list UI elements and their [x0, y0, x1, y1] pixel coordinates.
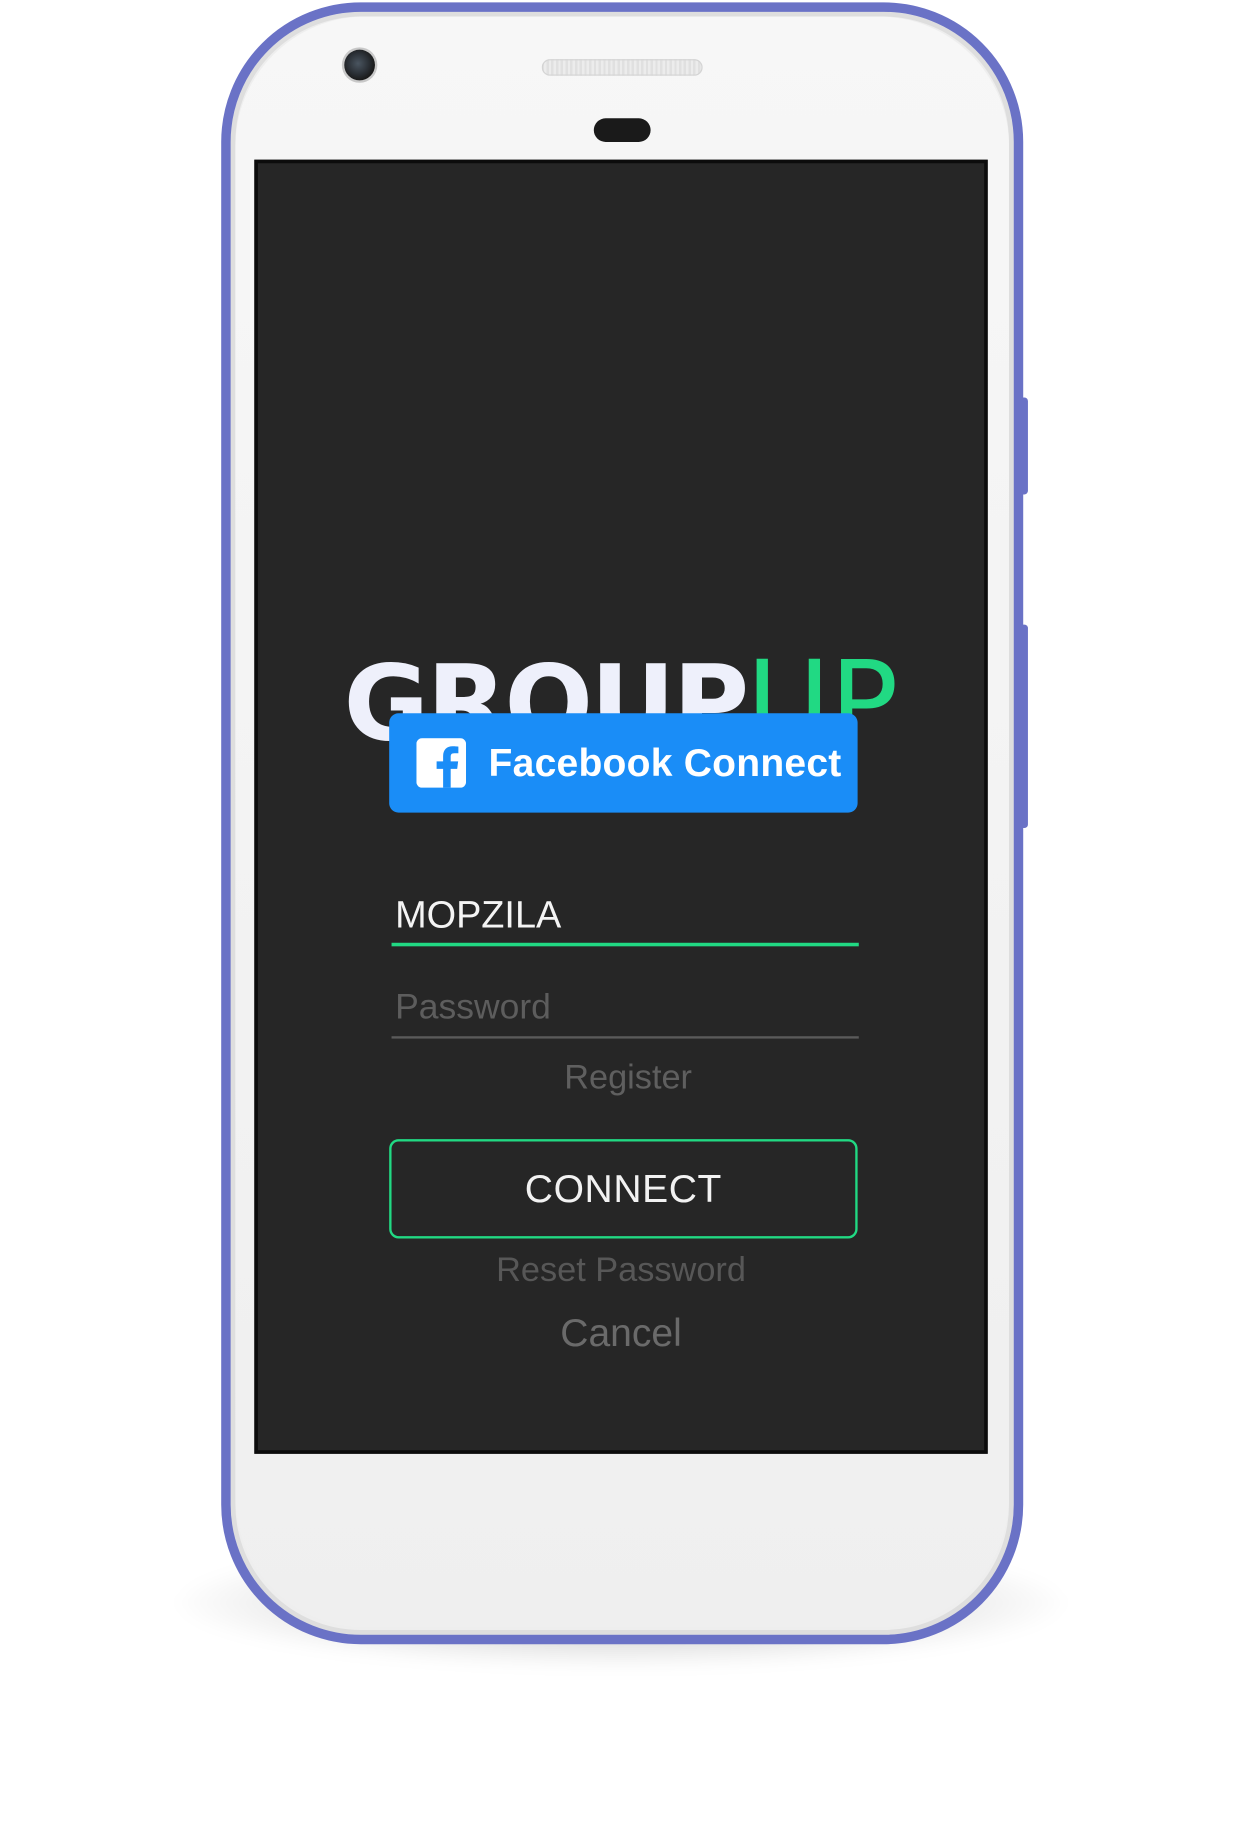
cancel-link[interactable]: Cancel	[258, 1311, 984, 1356]
app-screen: GROUPUP Facebook Connect Register CONNEC…	[254, 159, 988, 1454]
facebook-connect-label: Facebook Connect	[488, 740, 842, 785]
username-field-wrap	[391, 887, 859, 947]
password-field-wrap	[391, 979, 859, 1039]
username-input[interactable]	[391, 887, 859, 947]
facebook-icon	[416, 738, 467, 788]
device-mockup: GROUPUP Facebook Connect Register CONNEC…	[0, 0, 1242, 1845]
facebook-connect-button[interactable]: Facebook Connect	[389, 713, 858, 813]
earpiece-speaker	[541, 59, 703, 76]
register-link[interactable]: Register	[258, 1059, 984, 1098]
proximity-sensor	[593, 118, 651, 142]
connect-button[interactable]: CONNECT	[389, 1139, 858, 1239]
password-input[interactable]	[391, 979, 859, 1039]
reset-password-link[interactable]: Reset Password	[258, 1252, 984, 1291]
front-camera	[344, 49, 375, 81]
connect-button-label: CONNECT	[524, 1166, 722, 1211]
